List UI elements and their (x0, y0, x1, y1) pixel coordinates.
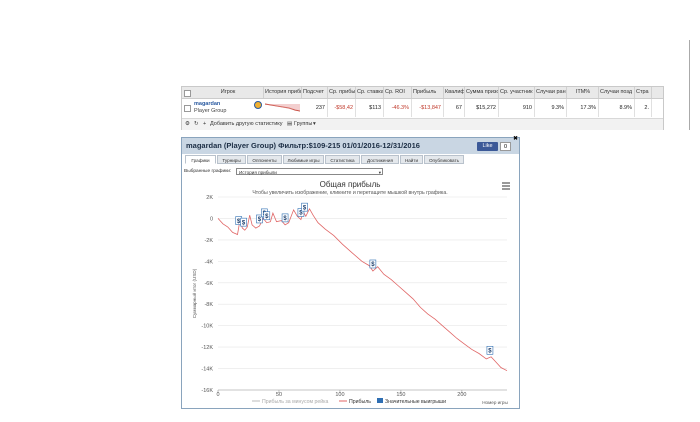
big-win-marker: $ (281, 213, 289, 223)
stats-footer: ⚙ ↻ + Добавить другую статистику ▤ Групп… (182, 118, 663, 130)
row-checkbox[interactable] (184, 105, 191, 112)
cell-avg-profit: -$58,42 (328, 99, 356, 117)
x-tick-label: 100 (335, 392, 344, 398)
col-player[interactable]: Игрок (192, 87, 264, 98)
legend-bigwin-label: Значительные выигрыши (385, 399, 446, 405)
chart-panel: magardan (Player Group) Фильтр:$109-215 … (181, 136, 520, 409)
big-win-marker: $ (263, 211, 271, 221)
col-avg-entrants[interactable]: Ср. участник (499, 87, 535, 98)
col-early[interactable]: Случаи рани (535, 87, 567, 98)
y-tick-label: -10K (201, 324, 213, 330)
col-avg-stake[interactable]: Ср. ставка (356, 87, 384, 98)
player-name-link[interactable]: magardan (194, 101, 220, 107)
cell-avg-entrants: 910 (499, 99, 535, 117)
y-tick-label: -12K (201, 345, 213, 351)
profit-series-line (217, 207, 508, 372)
cell-itm: 17.3% (567, 99, 599, 117)
groups-icon: ▤ (287, 121, 293, 127)
add-stat-icon: + (203, 121, 207, 127)
cell-late: 8.9% (599, 99, 635, 117)
stats-header: Игрок История прибыл Подсчет Ср. прибыль… (182, 87, 663, 99)
y-axis-label: Суммарный итог (USD) (191, 268, 197, 318)
chart-title: Общая прибыль (320, 180, 381, 189)
col-count[interactable]: Подсчет (302, 87, 328, 98)
big-win-marker: $ (301, 202, 308, 212)
refresh-icon[interactable]: ↻ (194, 119, 199, 130)
col-itm[interactable]: ITM% (567, 87, 599, 98)
add-stat-link[interactable]: Добавить другую статистику (210, 119, 283, 130)
legend-bigwin-swatch (377, 398, 383, 403)
y-tick-label: -16K (201, 388, 213, 394)
legend-rake-label: Прибыль за минусом рейка (262, 398, 329, 405)
col-prize-sum[interactable]: Сумма призо (465, 87, 499, 98)
settings-icon[interactable]: ⚙ (185, 119, 190, 130)
big-win-marker: $ (486, 345, 494, 355)
groups-dropdown[interactable]: Группы (294, 119, 312, 130)
cell-page: 2. (635, 99, 652, 117)
x-tick-label: 50 (276, 392, 282, 398)
y-tick-label: -8K (204, 302, 213, 308)
profit-chart[interactable]: Общая прибыльЧтобы увеличить изображение… (182, 138, 519, 408)
legend-profit-label: Прибыль (349, 399, 371, 405)
cell-prize-sum: $15,272 (465, 99, 499, 117)
big-win-marker: $ (240, 217, 247, 227)
history-sparkline (265, 103, 300, 112)
col-history[interactable]: История прибыл (264, 87, 302, 98)
x-tick-label: 200 (457, 392, 466, 398)
x-tick-label: 0 (216, 392, 219, 398)
y-tick-label: 0 (210, 216, 213, 222)
select-all-checkbox[interactable] (184, 90, 191, 97)
cell-profit: -$13,847 (412, 99, 444, 117)
chevron-down-icon[interactable]: ▾ (313, 119, 316, 130)
cell-avg-stake: $113 (356, 99, 384, 117)
col-page[interactable]: Стра (635, 87, 652, 98)
col-avg-profit[interactable]: Ср. прибыль (328, 87, 356, 98)
player-avatar-icon (254, 101, 262, 109)
col-qualif[interactable]: Квалиф (444, 87, 465, 98)
chart-subtitle: Чтобы увеличить изображение, кликните и … (252, 189, 447, 196)
y-tick-label: -2K (204, 238, 213, 244)
cell-count: 237 (302, 99, 328, 117)
cell-early: 9.3% (535, 99, 567, 117)
col-avg-roi[interactable]: Ср. ROI (384, 87, 412, 98)
player-group-label: Player Group (194, 108, 227, 114)
col-late[interactable]: Случаи позд (599, 87, 635, 98)
x-axis-label: Номер игры (482, 400, 508, 405)
big-win-marker: $ (369, 259, 377, 269)
y-tick-label: 2K (206, 195, 213, 201)
cell-qualif: 67 (444, 99, 465, 117)
x-tick-label: 150 (396, 392, 405, 398)
y-tick-label: -4K (204, 259, 213, 265)
cell-avg-roi: -46.3% (384, 99, 412, 117)
stats-table: Игрок История прибыл Подсчет Ср. прибыль… (181, 86, 664, 130)
page-scrollbar[interactable] (689, 40, 696, 130)
chart-menu-icon[interactable] (502, 182, 510, 190)
y-tick-label: -6K (204, 281, 213, 287)
y-tick-label: -14K (201, 367, 213, 373)
col-profit[interactable]: Прибыль (412, 87, 444, 98)
